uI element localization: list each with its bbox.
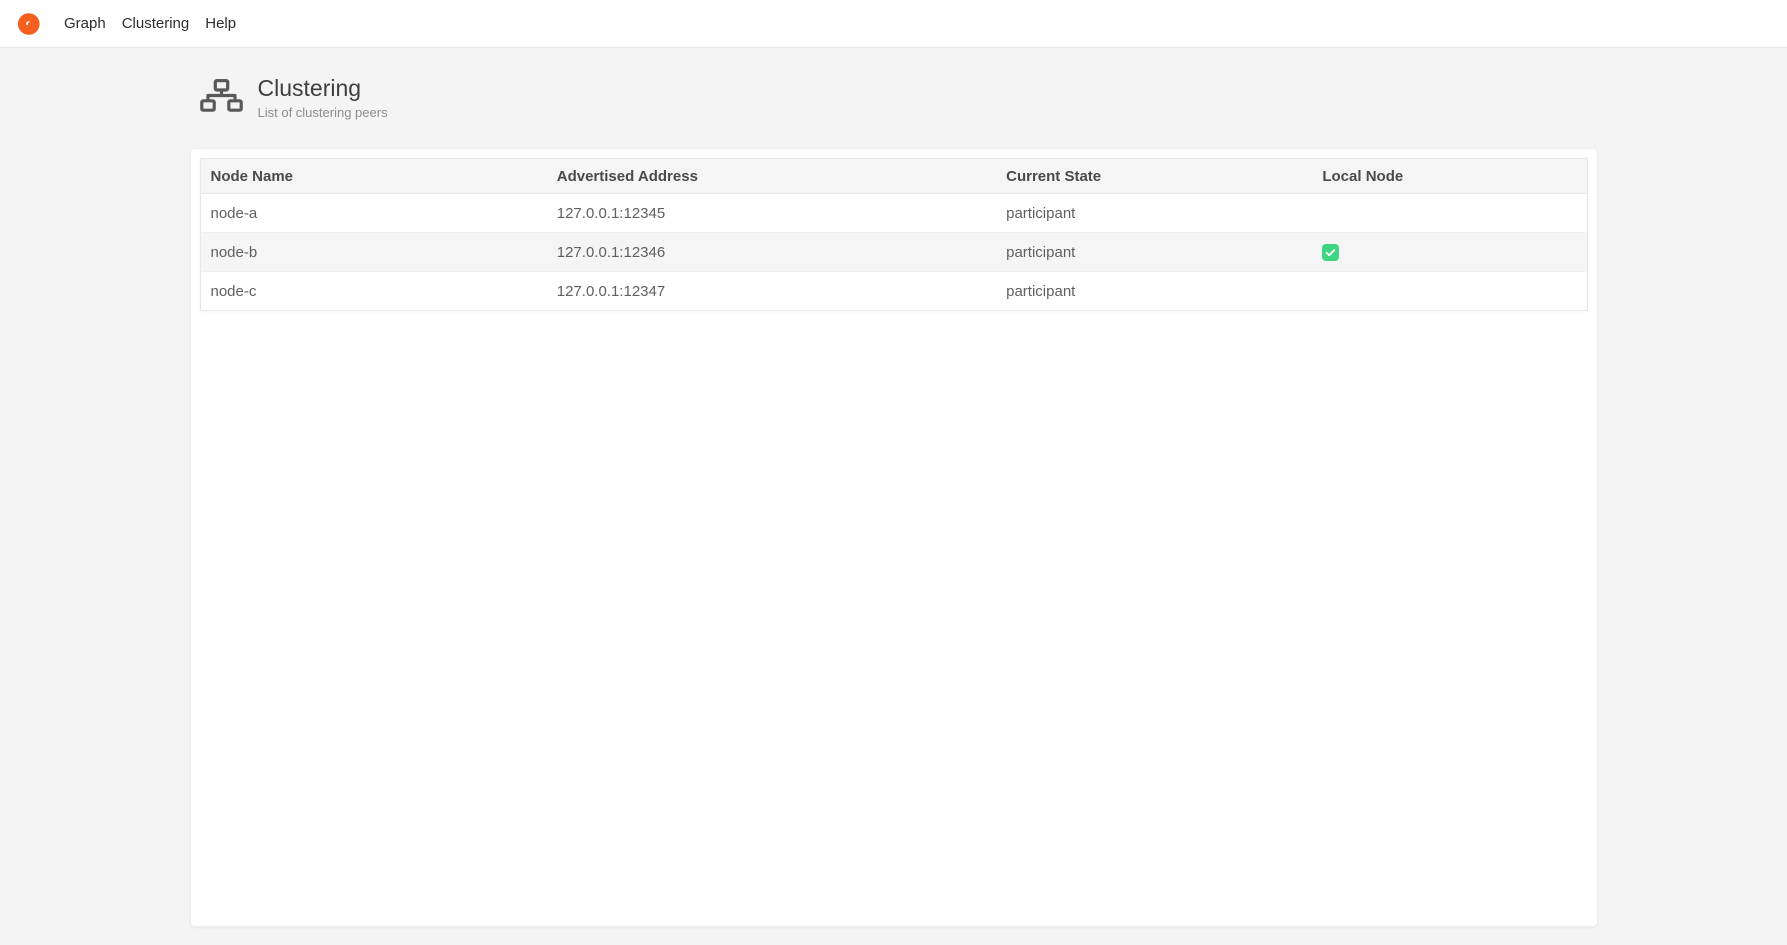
column-header-node-name: Node Name	[200, 159, 547, 194]
column-header-advertised-address: Advertised Address	[547, 159, 996, 194]
cell-current-state: participant	[996, 272, 1312, 311]
page-title: Clustering	[258, 75, 388, 101]
table-row: node-b 127.0.0.1:12346 participant	[200, 233, 1587, 272]
nav-item-help[interactable]: Help	[197, 0, 244, 47]
cell-advertised-address: 127.0.0.1:12345	[547, 194, 996, 233]
cell-current-state: participant	[996, 233, 1312, 272]
main-content: Clustering List of clustering peers Node…	[190, 75, 1598, 927]
app-logo-icon[interactable]	[10, 7, 44, 41]
column-header-current-state: Current State	[996, 159, 1312, 194]
cell-node-name: node-a	[200, 194, 547, 233]
column-header-local-node: Local Node	[1312, 159, 1587, 194]
page-subtitle: List of clustering peers	[258, 105, 388, 120]
table-row: node-c 127.0.0.1:12347 participant	[200, 272, 1587, 311]
page-header: Clustering List of clustering peers	[190, 75, 1598, 120]
cell-node-name: node-c	[200, 272, 547, 311]
cell-current-state: participant	[996, 194, 1312, 233]
cell-advertised-address: 127.0.0.1:12346	[547, 233, 996, 272]
network-topology-icon	[200, 79, 243, 117]
cell-local-node	[1312, 233, 1587, 272]
table-row: node-a 127.0.0.1:12345 participant	[200, 194, 1587, 233]
cell-advertised-address: 127.0.0.1:12347	[547, 272, 996, 311]
table-header-row: Node Name Advertised Address Current Sta…	[200, 159, 1587, 194]
peers-card: Node Name Advertised Address Current Sta…	[190, 148, 1598, 927]
cell-node-name: node-b	[200, 233, 547, 272]
cell-local-node	[1312, 272, 1587, 311]
local-node-checkbox[interactable]	[1322, 244, 1339, 261]
nav-item-clustering[interactable]: Clustering	[114, 0, 198, 47]
nav-item-graph[interactable]: Graph	[56, 0, 114, 47]
peers-table: Node Name Advertised Address Current Sta…	[200, 158, 1588, 311]
top-nav: Graph Clustering Help	[0, 0, 1787, 48]
cell-local-node	[1312, 194, 1587, 233]
